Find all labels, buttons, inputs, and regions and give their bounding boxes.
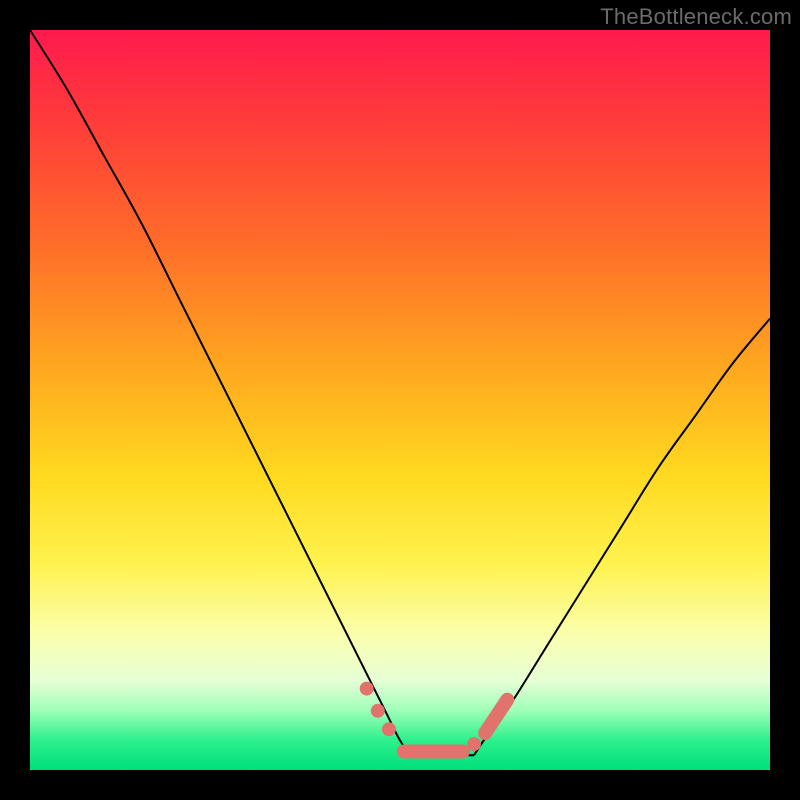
marker-dot-1 xyxy=(371,704,385,718)
marker-dot-2 xyxy=(382,722,396,736)
chart-frame: TheBottleneck.com xyxy=(0,0,800,800)
marker-dot-4 xyxy=(467,737,481,751)
marker-layer xyxy=(360,682,508,752)
watermark-label: TheBottleneck.com xyxy=(600,4,792,30)
chart-svg xyxy=(30,30,770,770)
curve-layer xyxy=(30,30,770,755)
marker-pill-5 xyxy=(485,700,507,733)
series-right-curve xyxy=(474,319,770,756)
plot-area xyxy=(30,30,770,770)
series-left-curve xyxy=(30,30,411,755)
marker-dot-0 xyxy=(360,682,374,696)
